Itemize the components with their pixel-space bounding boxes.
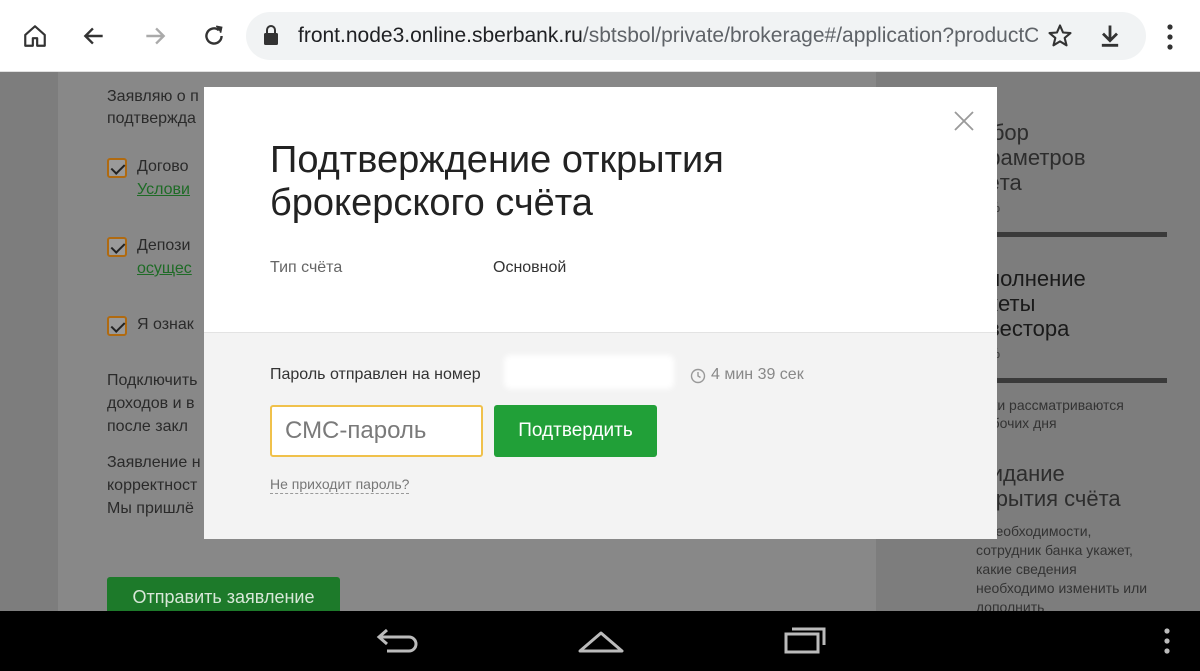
browser-toolbar: front.node3.online.sberbank.ru/sbtsbol/p… [0, 0, 1200, 72]
lock-icon [262, 24, 284, 48]
agreement-checkbox-3[interactable] [107, 316, 127, 336]
reload-icon[interactable] [196, 18, 232, 54]
step-2-bar [976, 378, 1167, 383]
statement-text-line1: Заявление н [107, 454, 201, 471]
statement-text-line2: корректност [107, 477, 198, 494]
clock-icon [690, 368, 706, 384]
password-sent-text: Пароль отправлен на номер [270, 366, 481, 383]
android-back-icon[interactable] [373, 625, 423, 657]
step-3-desc-3: какие сведения [976, 561, 1077, 577]
review-note-line1: авки рассматриваются [976, 397, 1124, 413]
declaration-text-line1: Заявляю о п [107, 88, 199, 105]
android-recents-icon[interactable] [780, 625, 830, 657]
modal-title: Подтверждение открытия брокерского счёта [270, 139, 724, 224]
agreement-1-link[interactable]: Услови [137, 179, 190, 201]
android-menu-icon[interactable] [1155, 625, 1179, 657]
close-icon[interactable] [952, 109, 976, 133]
android-home-icon[interactable] [576, 625, 626, 657]
download-icon[interactable] [1096, 22, 1126, 52]
agreement-checkbox-2[interactable] [107, 237, 127, 257]
star-icon[interactable] [1046, 22, 1076, 52]
android-navigation-bar [0, 611, 1200, 671]
step-3-line2: ткрытия счёта [976, 486, 1121, 511]
declaration-text-line2: подтвержда [107, 110, 196, 127]
sms-confirmation-section: Пароль отправлен на номер 4 мин 39 сек П… [204, 332, 997, 539]
confirmation-modal: Подтверждение открытия брокерского счёта… [204, 87, 997, 539]
resend-timer: 4 мин 39 сек [711, 366, 804, 383]
account-type-value: Основной [493, 259, 567, 276]
agreement-1-text: Догово [137, 158, 189, 175]
agreement-2-link[interactable]: осущес [137, 258, 192, 280]
account-type-label: Тип счёта [270, 259, 343, 276]
address-bar[interactable]: front.node3.online.sberbank.ru/sbtsbol/p… [246, 12, 1146, 60]
redacted-phone-number [504, 355, 674, 389]
confirm-button[interactable]: Подтвердить [494, 405, 657, 457]
home-icon[interactable] [17, 18, 53, 54]
step-3-desc-2: сотрудник банка укажет, [976, 542, 1133, 558]
connect-text-line2: доходов и в [107, 395, 195, 412]
back-icon[interactable] [76, 18, 112, 54]
agreement-checkbox-1[interactable] [107, 158, 127, 178]
sms-password-input[interactable] [270, 405, 483, 457]
connect-text-line3: после закл [107, 418, 188, 435]
url-path: /sbtsbol/private/brokerage#/application?… [582, 24, 1038, 47]
no-password-link[interactable]: Не приходит пароль? [270, 476, 410, 494]
agreement-2-text: Депози [137, 237, 191, 254]
url-host: front.node3.online.sberbank.ru [298, 24, 583, 47]
url-text: front.node3.online.sberbank.ru/sbtsbol/p… [298, 24, 1038, 48]
forward-icon[interactable] [137, 18, 173, 54]
statement-text-line3: Мы пришлё [107, 500, 194, 517]
menu-icon[interactable] [1160, 22, 1180, 52]
agreement-3-text: Я ознак [137, 316, 194, 333]
connect-text-line1: Подключить [107, 372, 198, 389]
step-3-desc-4: необходимо изменить или [976, 580, 1148, 596]
step-1-bar [976, 232, 1167, 237]
